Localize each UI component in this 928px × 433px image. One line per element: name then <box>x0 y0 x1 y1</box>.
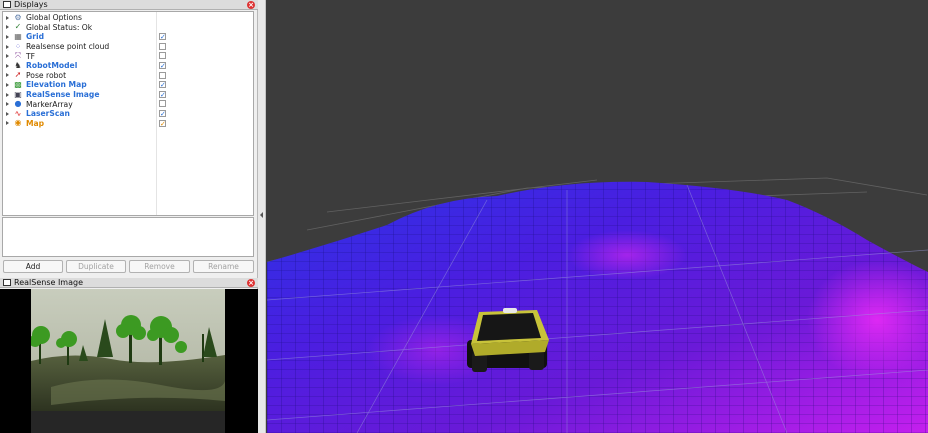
display-enabled-checkbox[interactable] <box>159 42 166 50</box>
rename-button[interactable]: Rename <box>193 260 254 273</box>
display-item-label: RealSense Image <box>26 90 100 100</box>
realsense-camera-image <box>0 289 258 433</box>
display-item-realsense-point-cloud[interactable]: ⁘ Realsense point cloud <box>3 42 253 52</box>
display-item-tf[interactable]: ⤧ TF <box>3 51 253 61</box>
image-icon: ▣ <box>14 89 22 99</box>
3d-viewport[interactable] <box>266 0 928 433</box>
display-item-pose-robot[interactable]: ➚ Pose robot <box>3 71 253 81</box>
displays-panel-title: Displays <box>14 0 48 9</box>
gear-icon: ⚙ <box>14 12 22 22</box>
display-item-markerarray[interactable]: ● MarkerArray <box>3 99 253 109</box>
add-button[interactable]: Add <box>3 260 63 273</box>
property-description-area <box>2 217 254 257</box>
displays-panel-header: Displays × <box>0 0 258 10</box>
expand-arrow-icon[interactable] <box>6 34 9 39</box>
expand-arrow-icon[interactable] <box>6 44 9 49</box>
display-item-label: Global Status: Ok <box>26 22 93 32</box>
monitor-icon <box>3 1 11 8</box>
displays-tree: ⚙ Global Options ✓ Global Status: Ok ▦ Grid ✓ ⁘… <box>2 11 254 216</box>
collapse-arrow-icon[interactable] <box>260 212 263 218</box>
expand-arrow-icon[interactable] <box>6 92 9 97</box>
display-item-laserscan[interactable]: ∿ LaserScan ✓ <box>3 109 253 119</box>
display-enabled-checkbox[interactable]: ✓ <box>159 110 166 118</box>
expand-arrow-icon[interactable] <box>6 25 9 30</box>
remove-button[interactable]: Remove <box>129 260 190 273</box>
display-enabled-checkbox[interactable]: ✓ <box>159 81 166 89</box>
display-item-label: LaserScan <box>26 109 70 119</box>
display-item-robotmodel[interactable]: ♞ RobotModel ✓ <box>3 61 253 71</box>
display-item-label: Grid <box>26 32 45 42</box>
display-item-label: Map <box>26 118 45 128</box>
display-item-label: Elevation Map <box>26 80 87 90</box>
dock-splitter[interactable] <box>258 0 266 433</box>
display-item-label: TF <box>26 51 36 61</box>
expand-arrow-icon[interactable] <box>6 82 9 87</box>
display-enabled-checkbox[interactable] <box>159 52 166 60</box>
camera-frame <box>31 289 225 433</box>
display-item-label: Pose robot <box>26 70 67 80</box>
expand-arrow-icon[interactable] <box>6 102 9 107</box>
close-icon[interactable]: × <box>247 279 255 287</box>
display-enabled-checkbox[interactable]: ✓ <box>159 62 166 70</box>
duplicate-button[interactable]: Duplicate <box>66 260 126 273</box>
robot-model-icon: ♞ <box>14 60 22 70</box>
image-panel-title: RealSense Image <box>14 278 84 287</box>
map-icon: ◉ <box>14 118 22 128</box>
close-icon[interactable]: × <box>247 1 255 9</box>
display-item-label: Realsense point cloud <box>26 42 110 52</box>
expand-arrow-icon[interactable] <box>6 121 9 126</box>
tf-axes-icon: ⤧ <box>14 51 22 61</box>
marker-array-icon: ● <box>14 99 22 109</box>
point-cloud-icon: ⁘ <box>14 41 22 51</box>
expand-arrow-icon[interactable] <box>6 15 9 20</box>
display-item-label: MarkerArray <box>26 99 73 109</box>
expand-arrow-icon[interactable] <box>6 63 9 68</box>
display-enabled-checkbox[interactable] <box>159 100 166 108</box>
display-item-global-status-ok[interactable]: ✓ Global Status: Ok <box>3 23 253 33</box>
expand-arrow-icon[interactable] <box>6 73 9 78</box>
display-item-label: RobotModel <box>26 61 78 71</box>
display-item-grid[interactable]: ▦ Grid ✓ <box>3 32 253 42</box>
left-dock: Displays × ⚙ Global Options ✓ Global Status… <box>0 0 258 433</box>
robot-model <box>467 308 549 372</box>
laser-scan-icon: ∿ <box>14 108 22 118</box>
image-icon <box>3 279 11 286</box>
display-enabled-checkbox[interactable]: ✓ <box>159 90 166 98</box>
checkmark-icon: ✓ <box>14 22 22 32</box>
expand-arrow-icon[interactable] <box>6 54 9 59</box>
image-panel-header: RealSense Image × <box>0 278 258 288</box>
pose-arrow-icon: ➚ <box>14 70 22 80</box>
grid-icon: ▦ <box>14 31 22 41</box>
display-enabled-checkbox[interactable]: ✓ <box>159 33 166 41</box>
display-item-global-options[interactable]: ⚙ Global Options <box>3 13 253 23</box>
elevation-map-icon: ▩ <box>14 79 22 89</box>
display-enabled-checkbox[interactable] <box>159 71 166 79</box>
display-item-map[interactable]: ◉ Map ✓ <box>3 119 253 129</box>
expand-arrow-icon[interactable] <box>6 111 9 116</box>
display-item-realsense-image[interactable]: ▣ RealSense Image ✓ <box>3 90 253 100</box>
display-item-label: Global Options <box>26 13 82 23</box>
display-enabled-checkbox[interactable]: ✓ <box>159 119 166 127</box>
display-item-elevation-map[interactable]: ▩ Elevation Map ✓ <box>3 80 253 90</box>
3d-render-canvas <box>266 0 928 433</box>
